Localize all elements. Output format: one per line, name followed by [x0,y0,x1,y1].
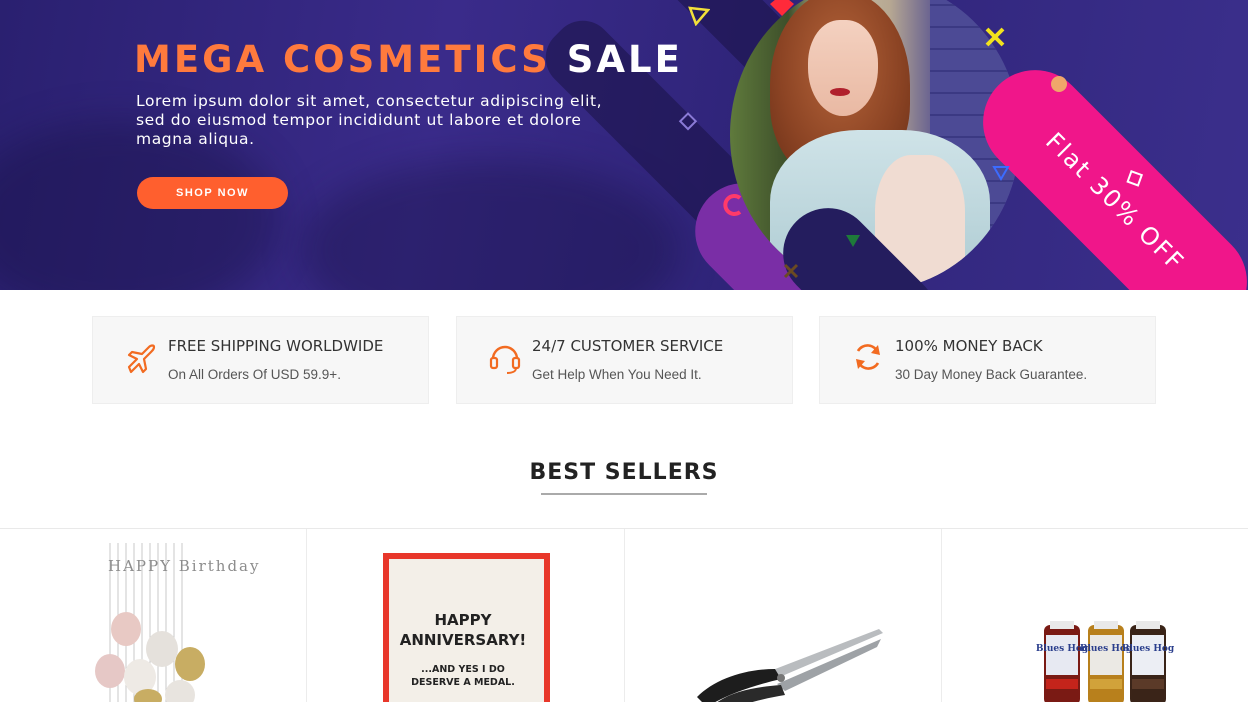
product-image-anniversary-card[interactable]: HAPPY ANNIVERSARY! ...AND YES I DO DESER… [307,529,625,702]
product-image-kitchen-shears[interactable] [625,529,942,702]
product-card[interactable] [625,529,942,702]
feature-customer-service: 24/7 CUSTOMER SERVICE Get Help When You … [456,316,793,404]
model-lips [830,88,850,96]
feature-title: 24/7 CUSTOMER SERVICE [532,337,724,355]
feature-free-shipping: FREE SHIPPING WORLDWIDE On All Orders Of… [92,316,429,404]
feature-subtitle: Get Help When You Need It. [532,367,702,382]
feature-title: FREE SHIPPING WORLDWIDE [168,337,384,355]
balloon-letters: HAPPY Birthday [108,557,260,575]
model-face [808,20,878,116]
feature-money-back: 100% MONEY BACK 30 Day Money Back Guaran… [819,316,1156,404]
airplane-icon [127,344,156,374]
diamond-icon [770,0,794,16]
triangle-icon [846,235,860,247]
best-sellers-heading: BEST SELLERS [529,460,719,485]
feature-subtitle: On All Orders Of USD 59.9+. [168,367,341,382]
product-image-balloons[interactable]: HAPPY Birthday [0,529,307,702]
hero-title-accent: MEGA COSMETICS [134,38,551,81]
heading-underline [541,493,707,495]
headset-icon [489,345,521,374]
background-texture [300,160,680,290]
cross-icon [985,27,1005,47]
square-outline-icon [678,112,698,131]
hero-title: MEGA COSMETICS SALE [134,38,683,81]
product-card[interactable]: HAPPY ANNIVERSARY! ...AND YES I DO DESER… [307,529,625,702]
hero-title-plain: SALE [566,38,683,81]
card-text-anniversary: ANNIVERSARY! [400,631,527,649]
product-card[interactable]: Blues Hog Blues Hog Blues Hog [942,529,1248,702]
card-text-line3: ...AND YES I DO [421,664,505,675]
square-outline-icon [1126,170,1144,187]
shop-now-button[interactable]: SHOP NOW [137,177,288,209]
dot-icon [1051,76,1067,92]
hero-banner: MEGA COSMETICS SALE Lorem ipsum dolor si… [0,0,1248,290]
ring-icon [723,194,742,216]
cross-icon [783,263,799,279]
product-image-bbq-sauce[interactable]: Blues Hog Blues Hog Blues Hog [942,529,1248,702]
features-row: FREE SHIPPING WORLDWIDE On All Orders Of… [92,316,1156,404]
feature-title: 100% MONEY BACK [895,337,1043,355]
card-text-happy: HAPPY [434,611,492,629]
product-card[interactable]: HAPPY Birthday [0,529,307,702]
triangle-icon [992,166,1010,181]
bottle-label: Blues Hog [1122,644,1175,654]
feature-subtitle: 30 Day Money Back Guarantee. [895,367,1088,382]
triangle-icon [688,6,710,26]
card-text-line4: DESERVE A MEDAL. [411,677,515,688]
refresh-icon [856,344,880,370]
hero-description: Lorem ipsum dolor sit amet, consectetur … [136,92,603,148]
